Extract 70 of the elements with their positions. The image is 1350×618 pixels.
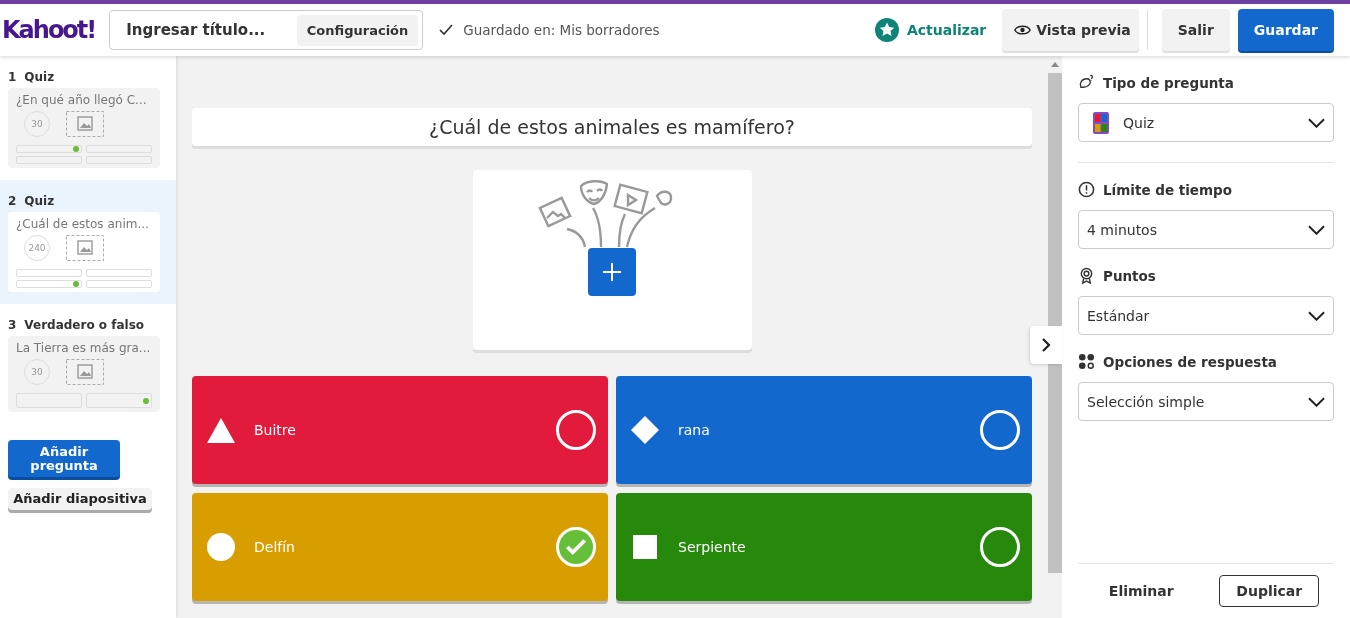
chevron-down-icon	[1308, 224, 1325, 235]
add-question-button[interactable]: Añadir pregunta	[8, 440, 120, 478]
diamond-icon	[630, 415, 660, 445]
medal-icon	[1078, 267, 1095, 284]
slide-title: ¿En qué año llegó C...	[16, 93, 148, 107]
answer-text: rana	[678, 422, 711, 438]
correct-dot	[73, 146, 79, 152]
chevron-right-icon	[1041, 337, 1051, 353]
setting-label: Opciones de respuesta	[1103, 353, 1277, 370]
scroll-up-icon[interactable]	[1051, 62, 1059, 67]
correct-toggle[interactable]	[556, 410, 596, 450]
plus-icon	[602, 262, 622, 282]
correct-toggle[interactable]	[556, 527, 596, 567]
answer-card[interactable]: Buitre	[192, 376, 608, 484]
duplicate-button[interactable]: Duplicar	[1219, 575, 1320, 607]
slide-number: 1	[8, 70, 17, 84]
add-media-button[interactable]	[588, 248, 636, 296]
image-placeholder-icon	[66, 235, 104, 261]
setting-label: Tipo de pregunta	[1103, 74, 1234, 91]
circle-icon	[206, 532, 236, 562]
slide-item[interactable]: 1 Quiz ¿En qué año llegó C... 30	[0, 56, 176, 180]
answer-text: Serpiente	[678, 539, 747, 555]
slide-type: Quiz	[24, 194, 55, 208]
setting-dropdown[interactable]: Estándar	[1078, 296, 1334, 335]
eye-icon	[1014, 24, 1032, 36]
answer-card[interactable]: rana	[616, 376, 1032, 484]
upgrade-button[interactable]: Actualizar	[868, 17, 993, 43]
quiz-type-icon	[1093, 111, 1109, 134]
slide-title: La Tierra es más gra...	[16, 341, 152, 355]
correct-dot	[73, 281, 79, 287]
add-slide-button[interactable]: Añadir diapositiva	[8, 488, 152, 510]
settings-button[interactable]: Configuración	[296, 14, 419, 46]
square-icon	[630, 532, 660, 562]
slide-item[interactable]: 3 Verdadero o falso La Tierra es más gra... 30	[0, 304, 176, 424]
slide-title: ¿Cuál de estos anim...	[16, 217, 150, 231]
correct-toggle[interactable]	[980, 527, 1020, 567]
collapse-panel-button[interactable]	[1030, 326, 1062, 364]
setting-label: Límite de tiempo	[1103, 181, 1232, 198]
delete-button[interactable]: Eliminar	[1092, 575, 1190, 607]
answer-text: Buitre	[254, 422, 297, 438]
save-button[interactable]: Guardar	[1237, 9, 1334, 51]
preview-button[interactable]: Vista previa	[1002, 9, 1139, 51]
correct-dot	[143, 397, 149, 404]
chevron-down-icon	[1308, 396, 1325, 407]
question-shape-icon	[1078, 74, 1095, 91]
scrollbar-thumb[interactable]	[1048, 73, 1062, 573]
chevron-down-icon	[1308, 310, 1325, 321]
question-field[interactable]: ¿Cuál de estos animales es mamífero?	[192, 108, 1032, 146]
exit-button[interactable]: Salir	[1161, 9, 1230, 51]
slide-number: 2	[8, 194, 17, 208]
image-placeholder-icon	[66, 111, 104, 137]
check-icon	[439, 24, 454, 36]
slide-item[interactable]: 2 Quiz ¿Cuál de estos anim... 240	[0, 180, 176, 304]
setting-dropdown[interactable]: Quiz	[1078, 103, 1334, 142]
slide-number: 3	[8, 318, 17, 332]
dots-icon	[1078, 353, 1095, 370]
kahoot-logo[interactable]: Kahoot!	[2, 16, 96, 44]
correct-toggle[interactable]	[980, 410, 1020, 450]
title-field[interactable]: Ingresar título... Configuración	[109, 10, 424, 50]
setting-label: Puntos	[1103, 267, 1156, 284]
setting-dropdown[interactable]: 4 minutos	[1078, 210, 1334, 249]
saved-status: Guardado en: Mis borradores	[463, 22, 660, 38]
slide-type: Verdadero o falso	[24, 318, 145, 332]
image-placeholder-icon	[66, 359, 104, 385]
chevron-down-icon	[1308, 117, 1325, 128]
slide-type: Quiz	[24, 70, 55, 84]
answer-text: Delfín	[254, 539, 296, 555]
clock-icon	[1078, 181, 1095, 198]
setting-dropdown[interactable]: Selección simple	[1078, 382, 1334, 421]
answer-card[interactable]: Serpiente	[616, 493, 1032, 601]
